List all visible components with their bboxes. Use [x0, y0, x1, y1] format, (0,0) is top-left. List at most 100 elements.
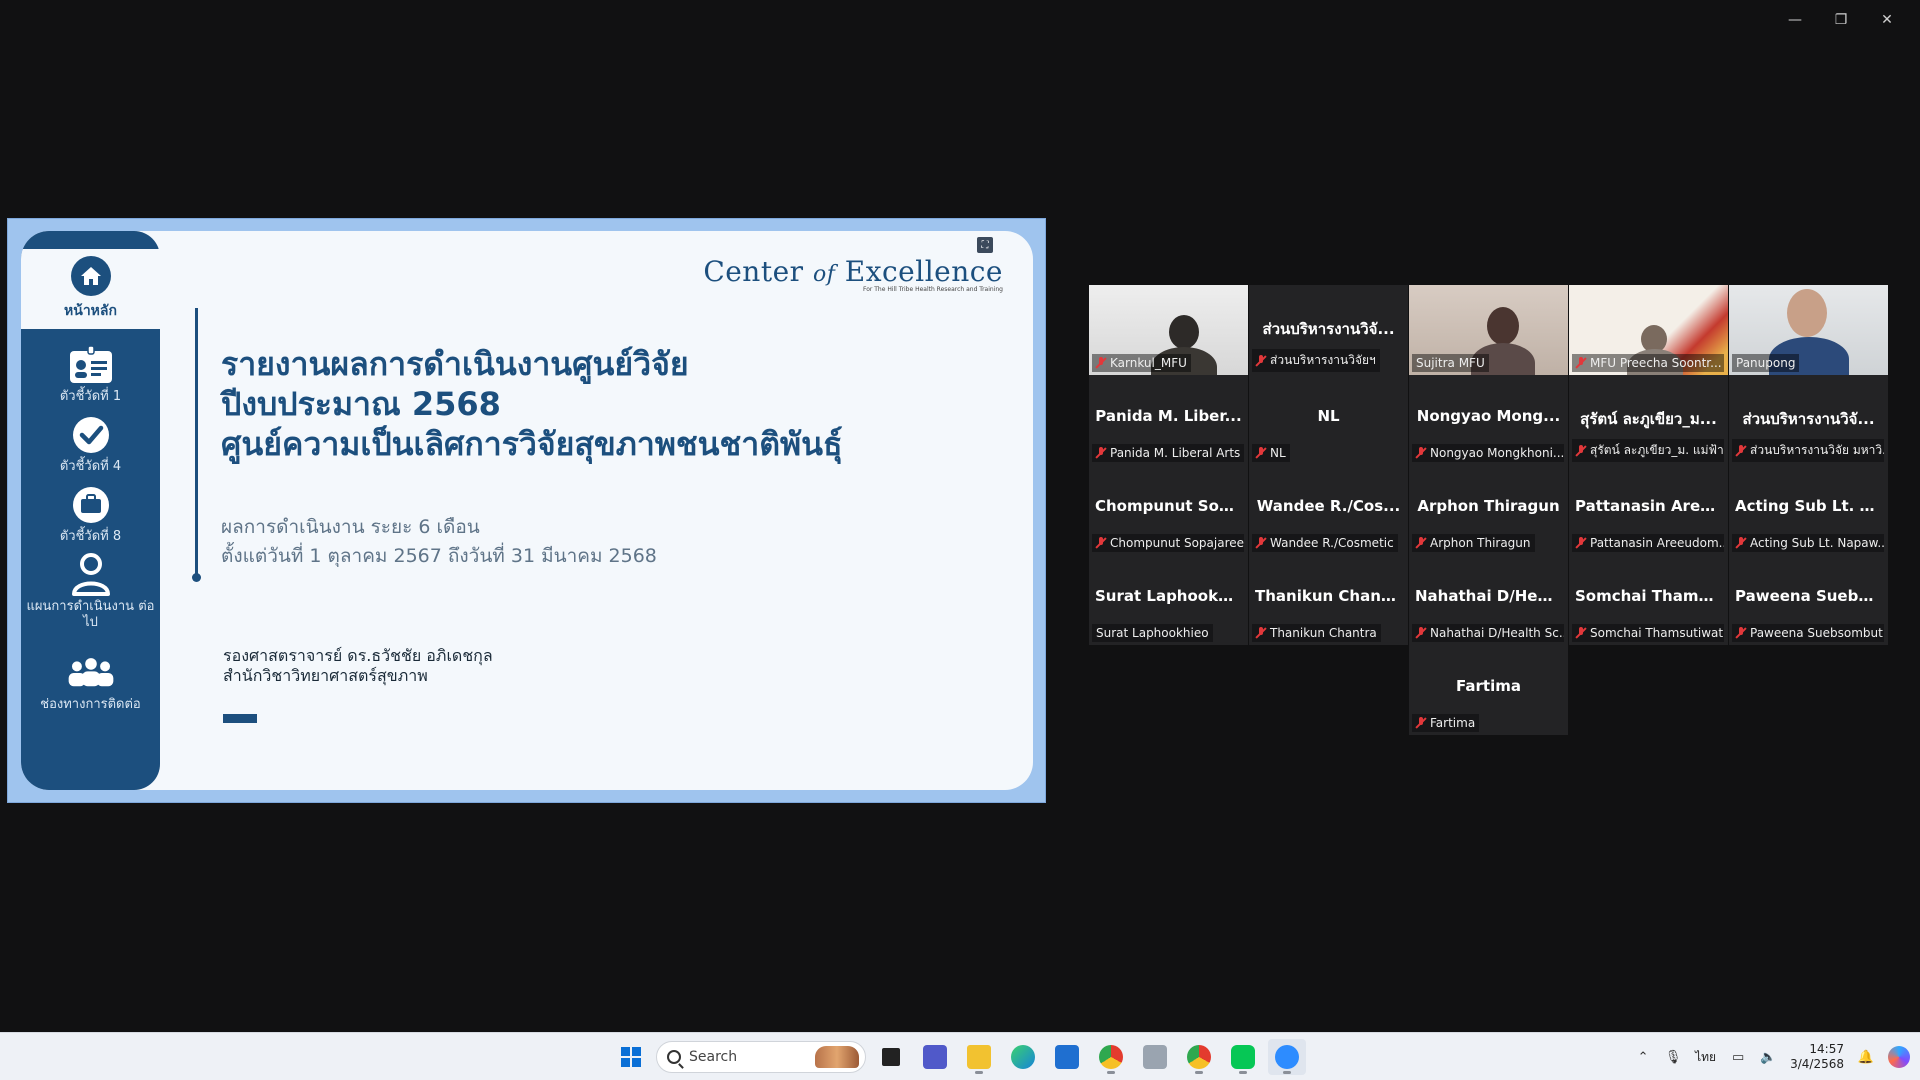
chrome-icon: [1187, 1045, 1211, 1069]
group-icon: [67, 651, 115, 695]
participant-name: ส่วนบริหารงานวิจั...: [1742, 410, 1875, 428]
task-view-icon: [882, 1048, 900, 1066]
participant-head: [1487, 307, 1519, 345]
participant-caption: Arphon Thiragun: [1412, 534, 1535, 552]
chrome-button[interactable]: [1092, 1039, 1130, 1075]
participant-caption: MFU Preecha Soontr...: [1572, 354, 1724, 372]
input-language[interactable]: ไทย: [1695, 1048, 1716, 1067]
participant-tile[interactable]: MFU Preecha Soontr...: [1569, 285, 1728, 375]
participant-tile[interactable]: NL NL: [1249, 375, 1408, 465]
mic-off-icon: [1736, 627, 1746, 639]
file-explorer-button[interactable]: [960, 1039, 998, 1075]
teams-button[interactable]: [916, 1039, 954, 1075]
participant-name: Thanikun Chantra: [1255, 587, 1406, 605]
participant-tile[interactable]: Wandee R./Cos... Wandee R./Cosmetic: [1249, 465, 1408, 555]
mic-off-icon: [1416, 717, 1426, 729]
participant-tile[interactable]: Panida M. Liber... Panida M. Liberal Art…: [1089, 375, 1248, 465]
participant-head: [1169, 315, 1199, 349]
network-icon[interactable]: ▭: [1730, 1049, 1746, 1065]
mic-off-icon: [1096, 357, 1106, 369]
sidebar-item-kpi-8: ตัวชี้วัดที่ 8: [21, 483, 160, 545]
volume-icon[interactable]: 🔈: [1760, 1049, 1776, 1065]
chrome-profile-button[interactable]: [1180, 1039, 1218, 1075]
participant-name: Fartima: [1456, 677, 1521, 695]
restore-button[interactable]: ❐: [1818, 8, 1864, 32]
participant-caption: Nahathai D/Health Sc...: [1412, 624, 1564, 642]
mic-off-icon: [1096, 447, 1106, 459]
participant-tile[interactable]: สุรัตน์ ละภูเขียว_ม... สุรัตน์ ละภูเขียว…: [1569, 375, 1728, 465]
participant-tile[interactable]: Surat Laphookhi... Surat Laphookhieo: [1089, 555, 1248, 645]
participant-name: Acting Sub Lt. N...: [1735, 497, 1888, 515]
participant-tile[interactable]: Pattanasin Aree... Pattanasin Areeudom..…: [1569, 465, 1728, 555]
sidebar-item-label: แผนการดำเนินงาน ต่อไป: [26, 599, 155, 630]
participant-caption: Fartima: [1412, 714, 1480, 732]
person-icon: [67, 553, 115, 597]
check-circle-icon: [67, 413, 115, 457]
participant-caption: Sujitra MFU: [1412, 354, 1489, 372]
participant-name: Nongyao Mong...: [1416, 407, 1561, 425]
line-button[interactable]: [1224, 1039, 1262, 1075]
participant-name: Pattanasin Aree...: [1575, 497, 1728, 515]
participant-name: Wandee R./Cos...: [1256, 497, 1401, 515]
fullscreen-icon[interactable]: ⛶: [977, 237, 993, 253]
zoom-icon: [1275, 1045, 1299, 1069]
system-tray: ⌃ 🎙 ไทย ▭ 🔈 14:57 3/4/2568 🔔: [1635, 1033, 1910, 1080]
mic-off-icon: [1576, 357, 1586, 369]
teams-icon: [923, 1045, 947, 1069]
participant-tile[interactable]: ส่วนบริหารงานวิจั... ส่วนบริหารงานวิจัย …: [1729, 375, 1888, 465]
clock[interactable]: 14:57 3/4/2568: [1790, 1042, 1844, 1072]
participant-tile[interactable]: Somchai Thams... Somchai Thamsutiwat: [1569, 555, 1728, 645]
participant-tile[interactable]: Nahathai D/Hea... Nahathai D/Health Sc..…: [1409, 555, 1568, 645]
taskbar-search[interactable]: Search: [656, 1041, 866, 1073]
title-divider-dot: [192, 573, 201, 582]
sidebar-item-label: ตัวชี้วัดที่ 8: [59, 529, 122, 544]
participant-caption: Chompunut Sopajaree: [1092, 534, 1244, 552]
notification-bell-icon[interactable]: 🔔: [1858, 1049, 1874, 1065]
participant-caption: Panupong: [1732, 354, 1800, 372]
window-icon: [1143, 1045, 1167, 1069]
sidebar-item-label: ตัวชี้วัดที่ 4: [59, 459, 122, 474]
start-button[interactable]: [612, 1039, 650, 1075]
participant-name: Surat Laphookhi...: [1095, 587, 1248, 605]
task-view-button[interactable]: [872, 1039, 910, 1075]
slide-presenter: รองศาสตราจารย์ ดร.ธวัชชัย อภิเดชกุล สำนั…: [223, 646, 493, 685]
participant-tile-active-speaker[interactable]: Panupong: [1729, 285, 1888, 375]
mic-off-icon: [1576, 537, 1586, 549]
sidebar-item-label: ตัวชี้วัดที่ 1: [59, 389, 122, 404]
participant-name: Paweena Suebs...: [1735, 587, 1885, 605]
participant-tile[interactable]: Chompunut Sop... Chompunut Sopajaree: [1089, 465, 1248, 555]
participant-tile[interactable]: Sujitra MFU: [1409, 285, 1568, 375]
microphone-icon[interactable]: 🎙: [1665, 1049, 1682, 1065]
participant-name: Somchai Thams...: [1575, 587, 1725, 605]
participant-tile[interactable]: Thanikun Chantra Thanikun Chantra: [1249, 555, 1408, 645]
windows-logo-icon: [621, 1047, 641, 1067]
participant-tile[interactable]: ส่วนบริหารงานวิจั... ส่วนบริหารงานวิจัยฯ: [1249, 285, 1408, 375]
sidebar-item-kpi-4: ตัวชี้วัดที่ 4: [21, 413, 160, 475]
participant-tile[interactable]: Paweena Suebs... Paweena Suebsombut: [1729, 555, 1888, 645]
participant-tile[interactable]: Fartima Fartima: [1409, 645, 1568, 735]
mic-off-icon: [1256, 354, 1266, 367]
copilot-icon[interactable]: [1888, 1046, 1910, 1068]
id-card-icon: [67, 343, 115, 387]
participant-head: [1787, 289, 1827, 337]
participant-tile[interactable]: Acting Sub Lt. N... Acting Sub Lt. Napaw…: [1729, 465, 1888, 555]
chrome-icon: [1099, 1045, 1123, 1069]
taskbar-apps: Search: [612, 1039, 1306, 1075]
zoom-button[interactable]: [1268, 1039, 1306, 1075]
center-of-excellence-logo: Center of Excellence For The Hill Tribe …: [703, 255, 1003, 293]
store-button[interactable]: [1048, 1039, 1086, 1075]
minimize-button[interactable]: —: [1772, 8, 1818, 32]
participant-tile[interactable]: Karnkul_MFU: [1089, 285, 1248, 375]
participant-tile[interactable]: Arphon Thiragun Arphon Thiragun: [1409, 465, 1568, 555]
line-icon: [1231, 1045, 1255, 1069]
participant-tile[interactable]: Nongyao Mong... Nongyao Mongkhoni...: [1409, 375, 1568, 465]
edge-icon: [1011, 1045, 1035, 1069]
app-button[interactable]: [1136, 1039, 1174, 1075]
chevron-up-icon[interactable]: ⌃: [1635, 1049, 1651, 1065]
edge-button[interactable]: [1004, 1039, 1042, 1075]
participant-caption: สุรัตน์ ละภูเขียว_ม. แม่ฟ้า...: [1572, 439, 1724, 462]
participant-caption: ส่วนบริหารงานวิจัยฯ: [1252, 349, 1380, 372]
shared-screen: ⛶ หน้าหลัก ตัวชี้วัดที่ 1 ตัวชี้วัดที่ 4: [7, 218, 1046, 803]
close-button[interactable]: ✕: [1864, 8, 1910, 32]
participant-caption: Acting Sub Lt. Napaw...: [1732, 534, 1884, 552]
